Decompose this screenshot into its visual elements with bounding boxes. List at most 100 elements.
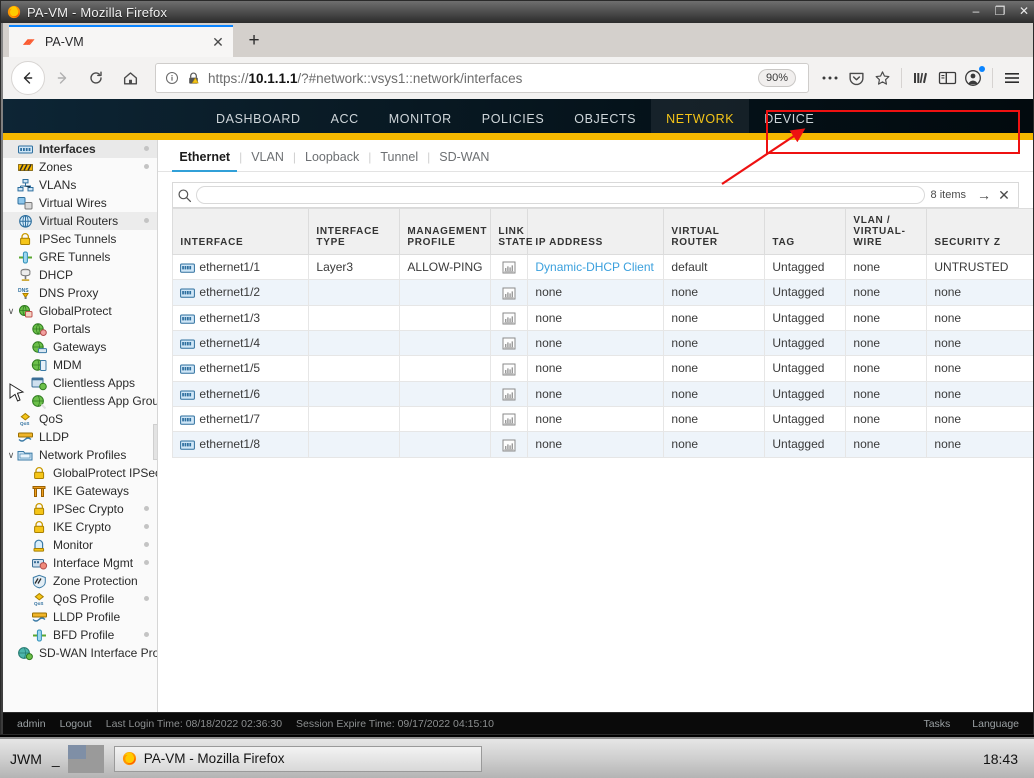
sidebar-item-virtual-routers[interactable]: Virtual Routers <box>3 212 158 230</box>
back-button[interactable] <box>11 61 45 95</box>
cell-interface[interactable]: ethernet1/6 <box>172 381 310 407</box>
sidebar-item-zones[interactable]: Zones <box>3 158 157 176</box>
sidebar-item-qos-profile[interactable]: QoS QoS Profile <box>3 590 157 608</box>
sidebar-item-zone-protection[interactable]: Zone Protection <box>3 572 157 590</box>
sidebar-item-lldp-profile[interactable]: LLDP Profile <box>3 608 157 626</box>
tab-sdwan[interactable]: SD-WAN <box>430 150 498 171</box>
firefox-account-icon[interactable] <box>960 65 986 91</box>
tab-vlan[interactable]: VLAN <box>242 150 293 171</box>
sidebar-item-interfaces[interactable]: Interfaces <box>3 140 158 158</box>
sidebar-item-bfd-profile[interactable]: BFD Profile <box>3 626 157 644</box>
sidebar-item-vlans[interactable]: VLANs <box>3 176 157 194</box>
tasks-link[interactable]: Tasks <box>923 718 950 730</box>
sidebar-item-gateways[interactable]: Gateways <box>3 338 157 356</box>
table-header-cell[interactable]: LINK STATE <box>490 208 532 255</box>
interface-name-link[interactable]: ethernet1/5 <box>199 361 260 375</box>
browser-tab[interactable]: PA-VM ✕ <box>9 25 233 57</box>
cell-interface[interactable]: ethernet1/2 <box>172 279 310 306</box>
page-actions-more-icon[interactable] <box>817 65 843 91</box>
pocket-save-icon[interactable] <box>843 65 869 91</box>
new-tab-button[interactable]: + <box>237 25 271 57</box>
sidebar-item-clientless-apps[interactable]: Clientless Apps <box>3 374 157 392</box>
close-button[interactable]: ✕ <box>1017 3 1031 19</box>
clear-filter-button[interactable]: ✕ <box>994 187 1014 204</box>
table-row[interactable]: ethernet1/6 none none Untagged none none <box>172 381 1033 407</box>
table-row[interactable]: ethernet1/8 none none Untagged none none <box>172 431 1033 458</box>
pager-row-top[interactable] <box>67 744 104 759</box>
sidebar-item-sd-wan-interface-profile[interactable]: SD-WAN Interface Profile <box>3 644 157 662</box>
sidebar-item-dns-proxy[interactable]: DNS DNS Proxy <box>3 284 157 302</box>
cell-interface[interactable]: ethernet1/7 <box>172 406 310 433</box>
table-header-cell[interactable]: VIRTUAL ROUTER <box>663 208 766 255</box>
cell-interface[interactable]: ethernet1/5 <box>172 355 310 382</box>
table-row[interactable]: ethernet1/4 none none Untagged none none <box>172 330 1033 357</box>
sidebar-item-ike-gateways[interactable]: IKE Gateways <box>3 482 157 500</box>
workspace-pager[interactable] <box>67 744 104 773</box>
table-row[interactable]: ethernet1/1 Layer3 ALLOW-PING Dynamic-DHCP … <box>172 254 1033 281</box>
sidebar-item-ike-crypto[interactable]: IKE Crypto <box>3 518 157 536</box>
forward-button[interactable] <box>45 61 79 95</box>
cell-interface[interactable]: ethernet1/1 <box>172 254 310 281</box>
interface-name-link[interactable]: ethernet1/4 <box>199 336 260 350</box>
sidebar-item-dhcp[interactable]: DHCP <box>3 266 157 284</box>
table-row[interactable]: ethernet1/7 none none Untagged none none <box>172 406 1033 433</box>
library-icon[interactable] <box>908 65 934 91</box>
logout-link[interactable]: Logout <box>60 718 92 730</box>
interface-name-link[interactable]: ethernet1/7 <box>199 412 260 426</box>
table-header-cell[interactable]: IP ADDRESS <box>527 208 665 255</box>
table-row[interactable]: ethernet1/2 none none Untagged none none <box>172 279 1033 306</box>
cell-interface[interactable]: ethernet1/4 <box>172 330 310 357</box>
interface-name-link[interactable]: ethernet1/6 <box>199 387 260 401</box>
taskbar-window-button[interactable]: PA-VM - Mozilla Firefox <box>113 745 482 772</box>
table-header-cell[interactable]: INTERFACE TYPE <box>308 208 401 255</box>
reload-button[interactable] <box>79 61 113 95</box>
sidebar-item-lldp[interactable]: LLDP <box>3 428 157 446</box>
table-header-cell[interactable]: SECURITY Z <box>926 208 1033 255</box>
tab-loopback[interactable]: Loopback <box>296 150 368 171</box>
interface-name-link[interactable]: ethernet1/8 <box>199 437 260 451</box>
chevron-down-icon[interactable]: ∨ <box>5 306 17 317</box>
tab-close-icon[interactable]: ✕ <box>209 34 227 51</box>
sidebar-item-ipsec-crypto[interactable]: IPSec Crypto <box>3 500 157 518</box>
pager-row-bottom[interactable] <box>67 758 104 773</box>
interface-name-link[interactable]: ethernet1/2 <box>199 285 260 299</box>
sidebar-item-interface-mgmt[interactable]: Interface Mgmt <box>3 554 157 572</box>
cell-interface[interactable]: ethernet1/8 <box>172 431 310 458</box>
sidebar-item-monitor[interactable]: Monitor <box>3 536 157 554</box>
search-icon[interactable] <box>177 188 192 203</box>
sidebar-item-mdm[interactable]: MDM <box>3 356 157 374</box>
zoom-level-indicator[interactable]: 90% <box>757 69 796 87</box>
sidebar-item-ipsec-tunnels[interactable]: IPSec Tunnels <box>3 230 157 248</box>
address-bar[interactable]: https://10.1.1.1/?#network::vsys1::netwo… <box>155 63 809 93</box>
apply-filter-button[interactable]: → <box>974 187 994 203</box>
sidebar-item-portals[interactable]: Portals <box>3 320 157 338</box>
table-header-cell[interactable]: INTERFACE <box>172 208 310 255</box>
search-input[interactable] <box>196 186 925 204</box>
interface-name-link[interactable]: ethernet1/3 <box>199 311 260 325</box>
maximize-button[interactable]: ❐ <box>993 3 1007 19</box>
site-info-icon[interactable] <box>162 71 182 85</box>
ip-address-link[interactable]: Dynamic-DHCP Client <box>535 260 653 274</box>
language-link[interactable]: Language <box>972 718 1019 730</box>
tab-ethernet[interactable]: Ethernet <box>170 150 239 172</box>
interface-name-link[interactable]: ethernet1/1 <box>199 260 260 274</box>
cell-interface[interactable]: ethernet1/3 <box>172 305 310 331</box>
table-header-cell[interactable]: TAG <box>764 208 847 255</box>
chevron-down-icon[interactable]: ∨ <box>5 450 17 461</box>
sidebar-toggle-icon[interactable] <box>934 65 960 91</box>
table-header-cell[interactable]: MANAGEMENT PROFILE <box>399 208 492 255</box>
sidebar-item-qos[interactable]: QoS QoS <box>3 410 157 428</box>
table-header-cell[interactable]: VLAN / VIRTUAL-WIRE <box>845 208 928 255</box>
table-row[interactable]: ethernet1/3 none none Untagged none none <box>172 305 1033 331</box>
sidebar-item-network-profiles[interactable]: ∨ Network Profiles <box>3 446 157 464</box>
sidebar-item-globalprotect-ipsec-crypt[interactable]: GlobalProtect IPSec Crypt <box>3 464 157 482</box>
sidebar-item-clientless-app-groups[interactable]: Clientless App Groups <box>3 392 157 410</box>
insecure-lock-icon[interactable] <box>182 71 204 86</box>
tab-tunnel[interactable]: Tunnel <box>371 150 427 171</box>
sidebar-item-gre-tunnels[interactable]: GRE Tunnels <box>3 248 157 266</box>
sidebar-item-globalprotect[interactable]: ∨ GlobalProtect <box>3 302 157 320</box>
taskbar-wm-label[interactable]: JWM <box>10 751 42 767</box>
minimize-button[interactable]: – <box>969 3 983 19</box>
bookmark-star-icon[interactable] <box>869 65 895 91</box>
home-button[interactable] <box>113 61 147 95</box>
